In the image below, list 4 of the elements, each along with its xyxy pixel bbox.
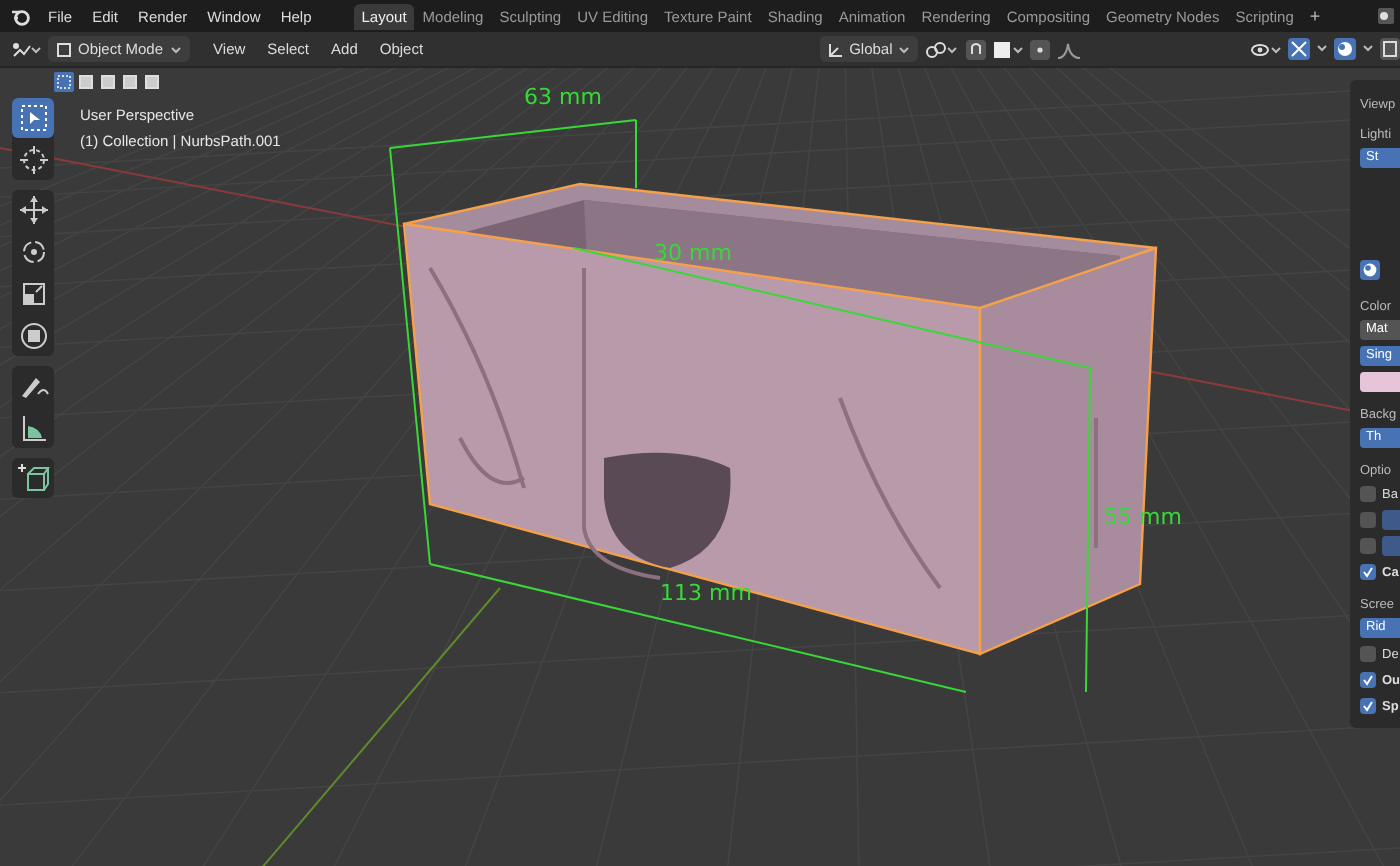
add-workspace-button[interactable]: + xyxy=(1301,6,1329,26)
dimension-label: 113 mm xyxy=(660,580,752,606)
dimension-label: 63 mm xyxy=(524,84,602,110)
dimension-label: 30 mm xyxy=(654,240,732,266)
